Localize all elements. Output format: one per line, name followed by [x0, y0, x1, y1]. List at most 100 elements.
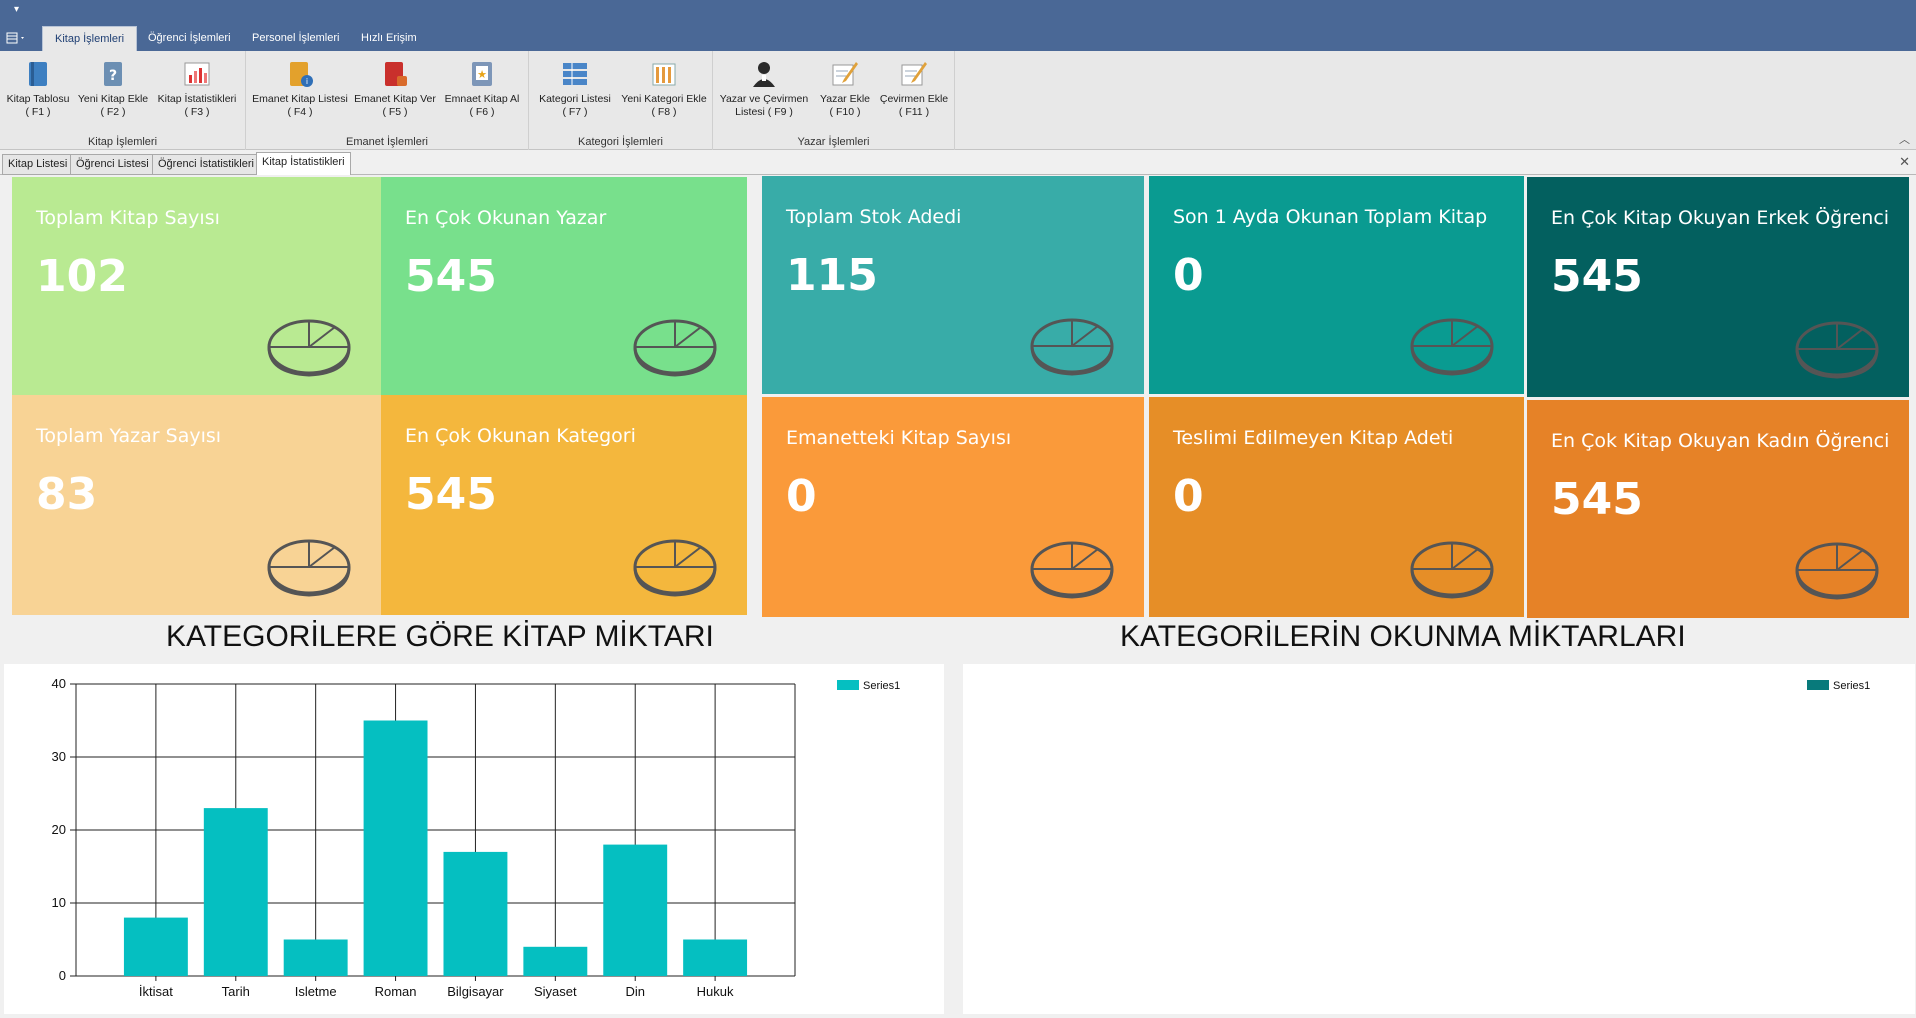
application-menu-button[interactable]	[6, 31, 34, 47]
kitap-tablosu-button[interactable]: Kitap Tablosu ( F1 )	[2, 59, 74, 119]
tile-kadin-ogrenci[interactable]: En Çok Kitap Okuyan Kadın Öğrenci 545	[1527, 400, 1909, 618]
tile-value: 0	[1173, 471, 1204, 522]
button-shortcut: ( F10 )	[829, 106, 861, 118]
y-tick-label: 30	[52, 749, 66, 764]
tile-value: 545	[405, 469, 497, 520]
ribbon-tab-bar: Kitap İşlemleri Öğrenci İşlemleri Person…	[0, 26, 1916, 51]
tile-value: 0	[1173, 250, 1204, 301]
tile-title: Toplam Kitap Sayısı	[36, 207, 220, 229]
x-tick-label: Bilgisayar	[447, 984, 504, 999]
x-tick-label: Din	[625, 984, 645, 999]
help-book-icon: ?	[104, 62, 122, 86]
kategori-listesi-button[interactable]: Kategori Listesi ( F7 )	[533, 59, 617, 119]
tile-erkek-ogrenci[interactable]: En Çok Kitap Okuyan Erkek Öğrenci 545	[1527, 177, 1909, 397]
button-label: Yeni Kategori Ekle	[621, 93, 707, 105]
bar	[363, 720, 428, 976]
button-label: Kitap İstatistikleri	[157, 93, 237, 105]
bar	[283, 939, 348, 976]
pie-chart-icon	[1030, 316, 1114, 380]
tile-title: En Çok Kitap Okuyan Erkek Öğrenci	[1551, 207, 1890, 229]
tab-hizli-erisim[interactable]: Hızlı Erişim	[349, 26, 429, 51]
tile-toplam-stok[interactable]: Toplam Stok Adedi 115	[762, 176, 1144, 394]
tile-value: 545	[1551, 251, 1643, 302]
tab-ogrenci-islemleri[interactable]: Öğrenci İşlemleri	[136, 26, 243, 51]
tile-toplam-kitap[interactable]: Toplam Kitap Sayısı 102	[12, 177, 381, 395]
tile-emanetteki-kitap[interactable]: Emanetteki Kitap Sayısı 0	[762, 397, 1144, 617]
pie-chart-icon	[267, 537, 351, 601]
ribbon-collapse-icon[interactable]: ︿	[1899, 131, 1910, 147]
pen-paper-icon	[832, 62, 858, 86]
kitap-istatistikleri-button[interactable]: Kitap İstatistikleri ( F3 )	[152, 59, 242, 119]
bar	[683, 939, 748, 976]
star-book-icon: ★	[472, 62, 492, 86]
button-label: Emanet Kitap Listesi	[252, 93, 348, 105]
ribbon-group-emanet: i Emanet Kitap Listesi ( F4 ) Emanet Kit…	[246, 51, 529, 150]
tile-value: 545	[405, 251, 497, 302]
button-shortcut: ( F5 )	[382, 106, 408, 118]
doc-tab-ogrenci-listesi[interactable]: Öğrenci Listesi	[70, 154, 155, 175]
bar	[203, 808, 268, 976]
pie-chart-icon	[267, 317, 351, 381]
cevirmen-ekle-button[interactable]: Çevirmen Ekle ( F11 )	[877, 59, 951, 119]
tile-title: Emanetteki Kitap Sayısı	[786, 427, 1012, 449]
ribbon-group-yazar: Yazar ve Çevirmen Listesi ( F9 ) Yazar E…	[713, 51, 955, 150]
svg-text:★: ★	[477, 68, 487, 81]
legend-swatch	[837, 680, 859, 690]
close-icon[interactable]: ✕	[1899, 155, 1910, 170]
bar	[443, 851, 508, 976]
tile-title: Toplam Yazar Sayısı	[36, 425, 222, 447]
button-label: Yazar Ekle	[820, 93, 870, 105]
doc-tab-kitap-istatistikleri[interactable]: Kitap İstatistikleri	[256, 152, 351, 175]
doc-tab-kitap-listesi[interactable]: Kitap Listesi	[2, 154, 74, 175]
tile-en-cok-okunan-kategori[interactable]: En Çok Okunan Kategori 545	[381, 395, 747, 615]
red-book-icon	[385, 62, 407, 86]
button-shortcut: ( F4 )	[287, 106, 313, 118]
right-chart-title: KATEGORİLERİN OKUNMA MİKTARLARI	[1120, 620, 1686, 653]
emanet-kitap-ver-button[interactable]: Emanet Kitap Ver ( F5 )	[352, 59, 438, 119]
reading-chart-legend: Series1	[1807, 680, 1870, 692]
yazar-cevirmen-listesi-button[interactable]: Yazar ve Çevirmen Listesi ( F9 )	[717, 59, 811, 119]
yeni-kategori-ekle-button[interactable]: Yeni Kategori Ekle ( F8 )	[619, 59, 709, 119]
tile-teslim-edilmeyen[interactable]: Teslimi Edilmeyen Kitap Adeti 0	[1149, 397, 1524, 617]
tile-value: 102	[36, 251, 128, 302]
tile-title: Son 1 Ayda Okunan Toplam Kitap	[1173, 206, 1488, 228]
pie-chart-icon	[1030, 539, 1114, 603]
ribbon-group-caption: Kategori İşlemleri	[578, 136, 663, 148]
bar	[523, 946, 588, 976]
tile-toplam-yazar[interactable]: Toplam Yazar Sayısı 83	[12, 395, 381, 615]
list-icon	[563, 63, 587, 85]
bar-chart: 0 10 20 30 40 İktisat Tarih Isletme Roman Bilgisa…	[52, 676, 796, 999]
ribbon-group-caption: Yazar İşlemleri	[797, 136, 870, 148]
y-tick-label: 40	[52, 676, 66, 691]
tile-title: En Çok Okunan Kategori	[405, 425, 636, 447]
quick-access-dropdown-icon[interactable]: ▾	[14, 4, 19, 15]
pie-chart-icon	[1410, 539, 1494, 603]
pie-chart-icon	[633, 317, 717, 381]
button-label: Kategori Listesi	[539, 93, 611, 105]
button-shortcut: ( F2 )	[100, 106, 126, 118]
book-info-icon: i	[290, 62, 313, 87]
tile-title: Teslimi Edilmeyen Kitap Adeti	[1173, 427, 1454, 449]
tab-kitap-islemleri[interactable]: Kitap İşlemleri	[42, 26, 138, 51]
svg-text:?: ?	[109, 68, 117, 84]
legend-label: Series1	[1833, 680, 1871, 692]
emanet-kitap-al-button[interactable]: ★ Emnaet Kitap Al ( F6 )	[440, 59, 524, 119]
ribbon-group-kitap: Kitap Tablosu ( F1 ) ? Yeni Kitap Ekle (…	[0, 51, 246, 150]
tile-son-1-ayda-okunan[interactable]: Son 1 Ayda Okunan Toplam Kitap 0	[1149, 176, 1524, 394]
button-label-line2: Listesi ( F9 )	[735, 106, 793, 118]
bar-chart-panel: 0 10 20 30 40 İktisat Tarih Isletme Roman Bilgisa…	[4, 664, 944, 1014]
tab-personel-islemleri[interactable]: Personel İşlemleri	[240, 26, 351, 51]
bar-chart-legend: Series1	[837, 680, 900, 692]
title-bar: ▾	[0, 0, 1916, 26]
tile-title: En Çok Kitap Okuyan Kadın Öğrenci	[1551, 430, 1890, 452]
pie-chart-icon	[633, 537, 717, 601]
tile-en-cok-okunan-yazar[interactable]: En Çok Okunan Yazar 545	[381, 177, 747, 395]
yeni-kitap-ekle-button[interactable]: ? Yeni Kitap Ekle ( F2 )	[76, 59, 150, 119]
button-label: Kitap Tablosu	[6, 93, 70, 105]
emanet-kitap-listesi-button[interactable]: i Emanet Kitap Listesi ( F4 )	[252, 59, 348, 119]
button-label: Yeni Kitap Ekle	[77, 93, 149, 105]
doc-tab-ogrenci-istatistikleri[interactable]: Öğrenci İstatistikleri	[152, 154, 260, 175]
yazar-ekle-button[interactable]: Yazar Ekle ( F10 )	[813, 59, 877, 119]
ribbon-group-caption: Emanet İşlemleri	[346, 136, 428, 148]
pen-paper-icon	[901, 62, 927, 86]
